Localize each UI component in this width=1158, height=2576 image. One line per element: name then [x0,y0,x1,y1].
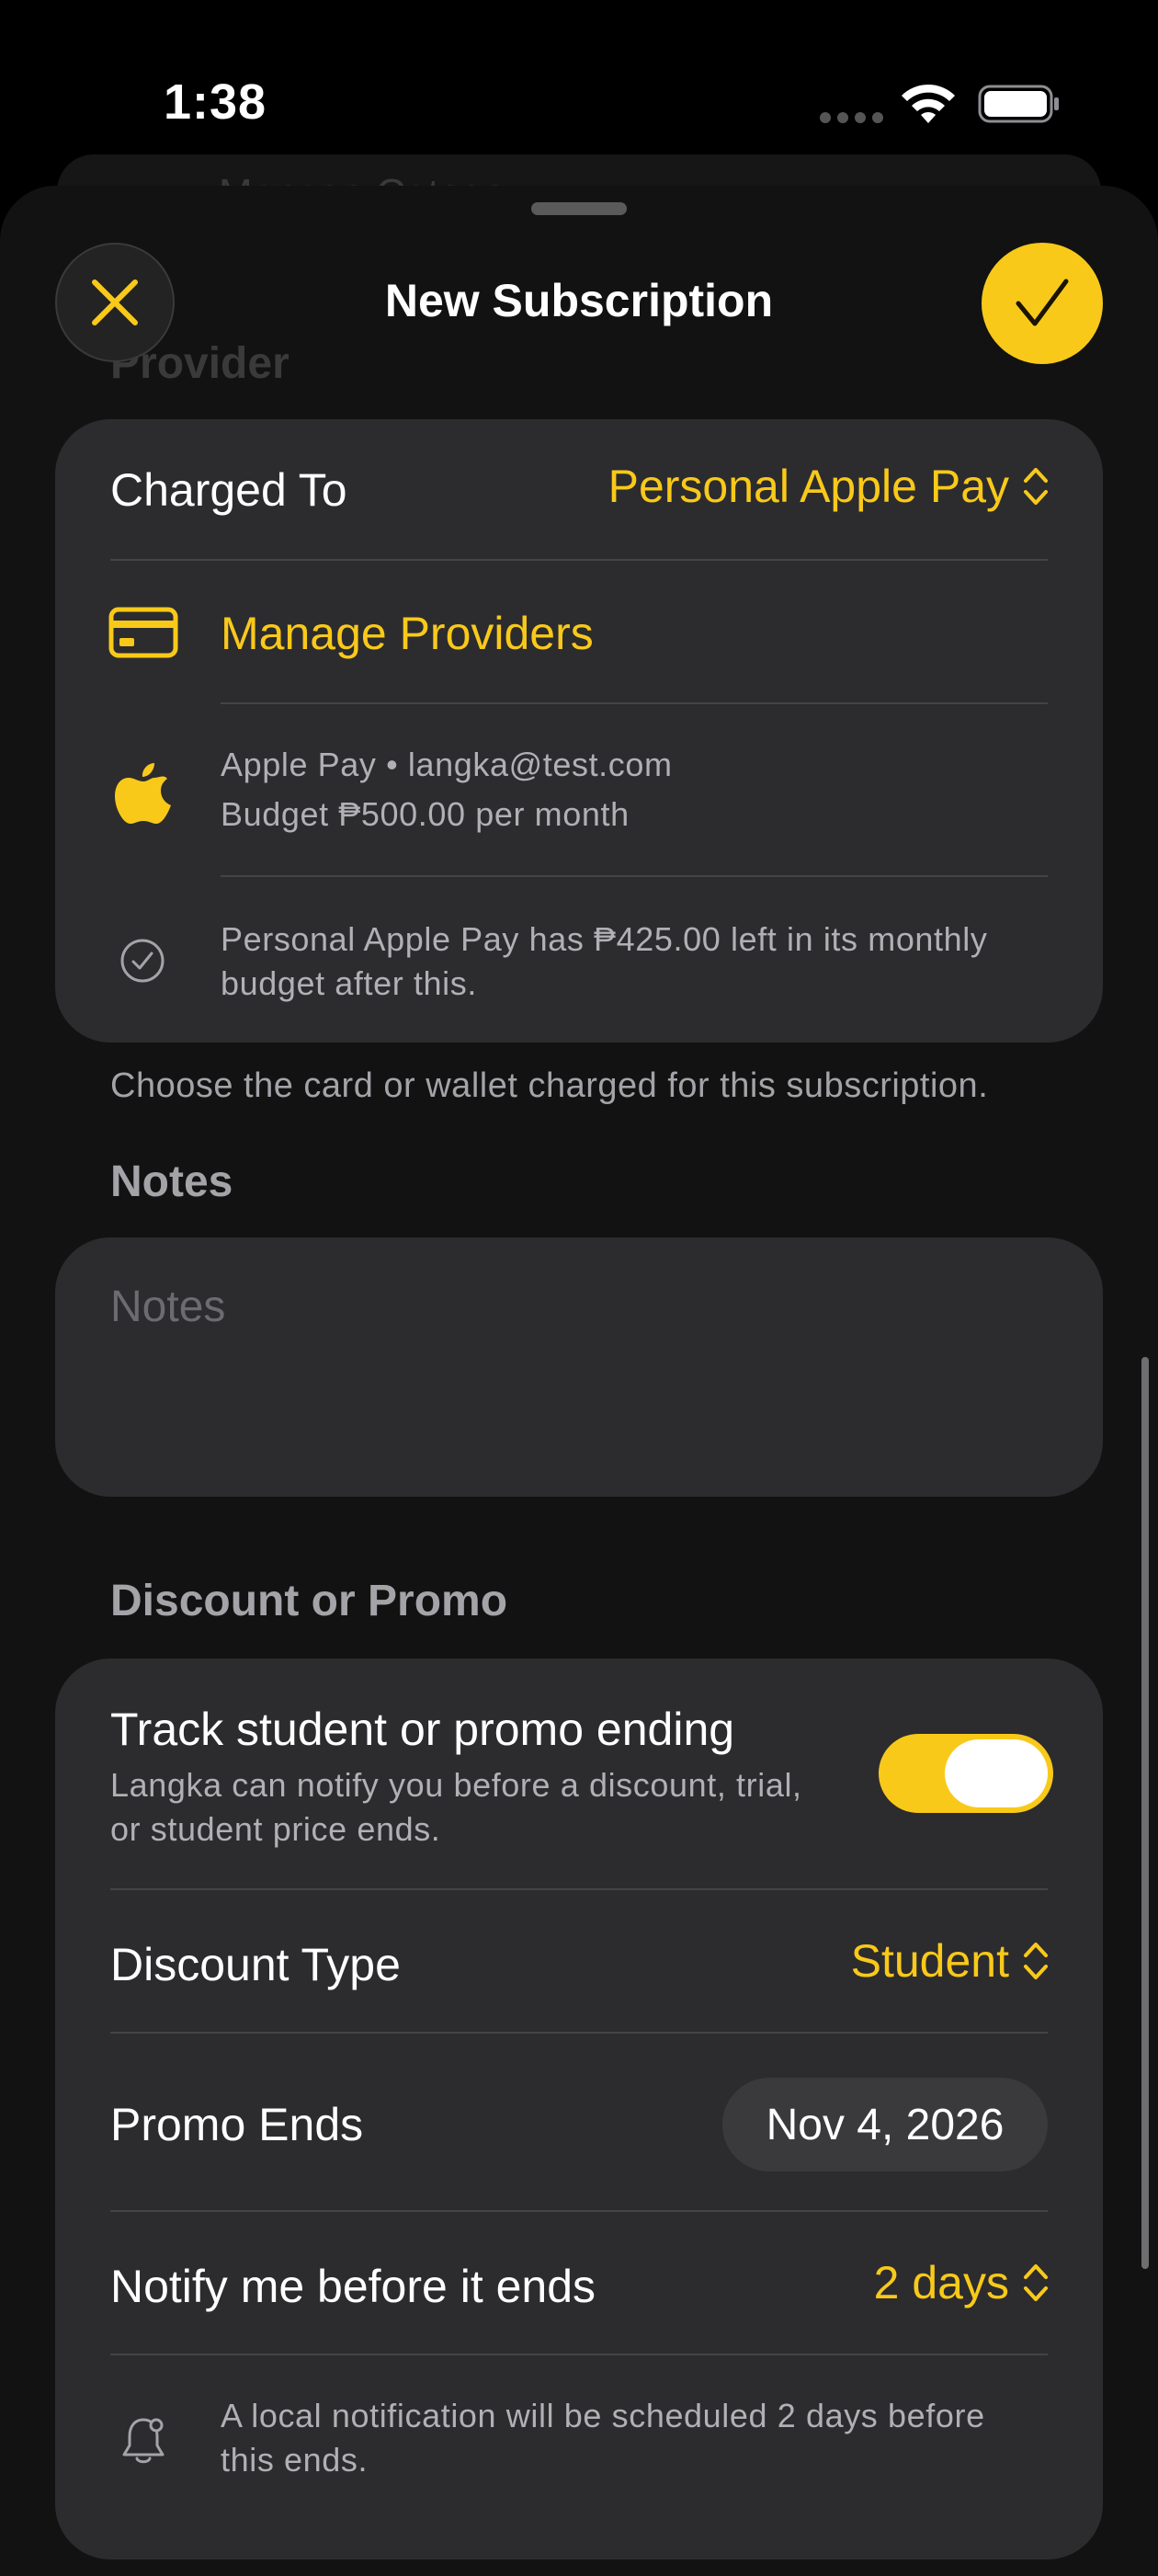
scrollbar[interactable] [1141,1357,1149,2269]
discount-type-picker[interactable]: Student [851,1934,1050,1988]
track-promo-desc1: Langka can notify you before a discount,… [110,1766,802,1804]
discount-type-label: Discount Type [110,1939,401,1990]
bell-icon [119,2414,167,2470]
divider [221,702,1048,704]
notes-header: Notes [110,1157,233,1206]
track-promo-desc2: or student price ends. [110,1810,441,1848]
notes-placeholder: Notes [110,1282,226,1331]
checkmark-circle-icon [119,938,165,988]
manage-providers-button[interactable]: Manage Providers [221,607,594,660]
cellular-signal-icon [820,112,883,123]
track-promo-toggle[interactable] [879,1734,1053,1813]
notify-label: Notify me before it ends [110,2261,596,2312]
sheet-grabber[interactable] [531,202,627,215]
promo-ends-value: Nov 4, 2026 [766,2100,1005,2149]
apple-logo-icon [114,759,173,830]
divider [110,559,1048,561]
divider [110,2032,1048,2034]
budget-remaining-line1: Personal Apple Pay has ₱425.00 left in i… [221,920,988,958]
provider-footer: Choose the card or wallet charged for th… [110,1066,989,1105]
battery-icon [978,85,1059,123]
divider [221,875,1048,877]
chevron-up-down-icon [1024,468,1048,505]
notification-notice-line1: A local notification will be scheduled 2… [221,2397,985,2434]
provider-account: Apple Pay • langka@test.com [221,746,673,783]
divider [110,2354,1048,2355]
charged-to-label: Charged To [110,464,347,516]
notify-picker[interactable]: 2 days [874,2256,1050,2309]
budget-remaining-line2: budget after this. [221,964,477,1002]
creditcard-icon [108,607,178,663]
discount-type-value: Student [850,1935,1009,1987]
status-time: 1:38 [164,74,267,130]
promo-ends-date-picker[interactable]: Nov 4, 2026 [722,2078,1048,2171]
divider [110,1888,1048,1890]
provider-budget: Budget ₱500.00 per month [221,795,630,833]
save-button[interactable] [982,243,1103,364]
checkmark-icon [1016,279,1069,326]
notification-notice-line2: this ends. [221,2441,369,2479]
charged-to-value: Personal Apple Pay [607,461,1009,512]
track-promo-title: Track student or promo ending [110,1704,735,1755]
promo-ends-label: Promo Ends [110,2099,364,2150]
dynamic-island [406,53,752,156]
notes-field[interactable]: Notes [55,1237,1103,1497]
discount-header: Discount or Promo [110,1577,508,1625]
notify-value: 2 days [873,2257,1009,2308]
chevron-up-down-icon [1024,2264,1048,2301]
wifi-icon [902,84,955,123]
chevron-up-down-icon [1024,1943,1048,1979]
charged-to-picker[interactable]: Personal Apple Pay [608,460,1050,513]
divider [110,2210,1048,2212]
